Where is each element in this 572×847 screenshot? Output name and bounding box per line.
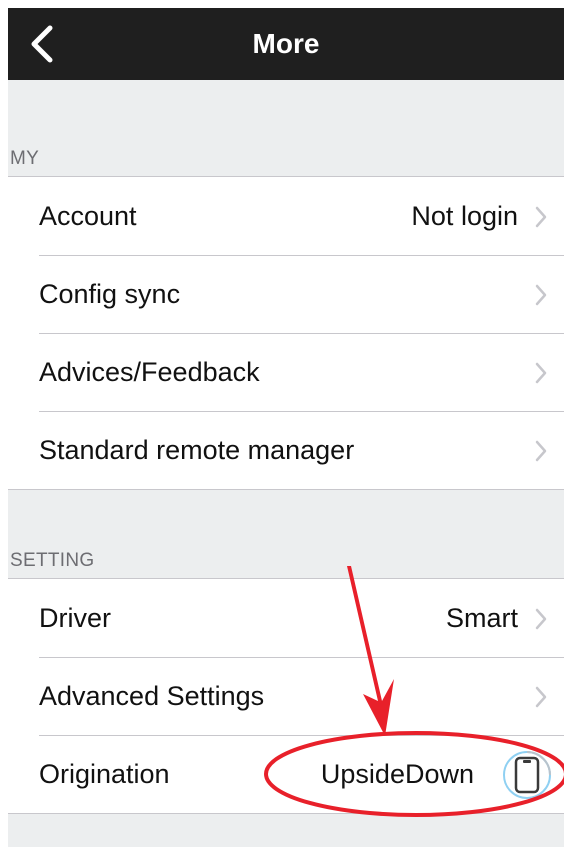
page-title: More: [252, 28, 320, 59]
my-group: Account Not login Config sync Advices/Fe…: [8, 176, 564, 490]
advanced-settings-row[interactable]: Advanced Settings: [8, 657, 564, 735]
phone-orientation-icon[interactable]: [502, 750, 552, 800]
account-label: Account: [39, 201, 137, 231]
origination-row[interactable]: Origination UpsideDown: [8, 735, 564, 813]
driver-label: Driver: [39, 603, 111, 633]
chevron-right-icon: [535, 284, 547, 306]
more-screen: More MY Account Not login Config sync Ad…: [8, 8, 564, 847]
back-button[interactable]: [8, 8, 72, 80]
chevron-right-icon: [535, 362, 547, 384]
advanced-settings-label: Advanced Settings: [39, 681, 265, 711]
chevron-right-icon: [535, 440, 547, 462]
standard-remote-manager-label: Standard remote manager: [39, 435, 355, 465]
navigation-bar: More: [8, 8, 564, 80]
account-value: Not login: [411, 201, 518, 231]
account-row[interactable]: Account Not login: [8, 177, 564, 255]
setting-group: Driver Smart Advanced Settings Originati…: [8, 578, 564, 814]
section-header-my: MY: [10, 148, 40, 169]
config-sync-label: Config sync: [39, 279, 181, 309]
driver-row[interactable]: Driver Smart: [8, 579, 564, 657]
chevron-right-icon: [535, 686, 547, 708]
config-sync-row[interactable]: Config sync: [8, 255, 564, 333]
advices-feedback-row[interactable]: Advices/Feedback: [8, 333, 564, 411]
chevron-left-icon: [31, 25, 53, 63]
chevron-right-icon: [535, 206, 547, 228]
chevron-right-icon: [535, 608, 547, 630]
section-header-setting: SETTING: [10, 550, 95, 571]
standard-remote-manager-row[interactable]: Standard remote manager: [8, 411, 564, 489]
origination-label: Origination: [39, 759, 170, 789]
origination-value: UpsideDown: [320, 759, 474, 789]
advices-feedback-label: Advices/Feedback: [39, 357, 260, 387]
driver-value: Smart: [445, 603, 518, 633]
